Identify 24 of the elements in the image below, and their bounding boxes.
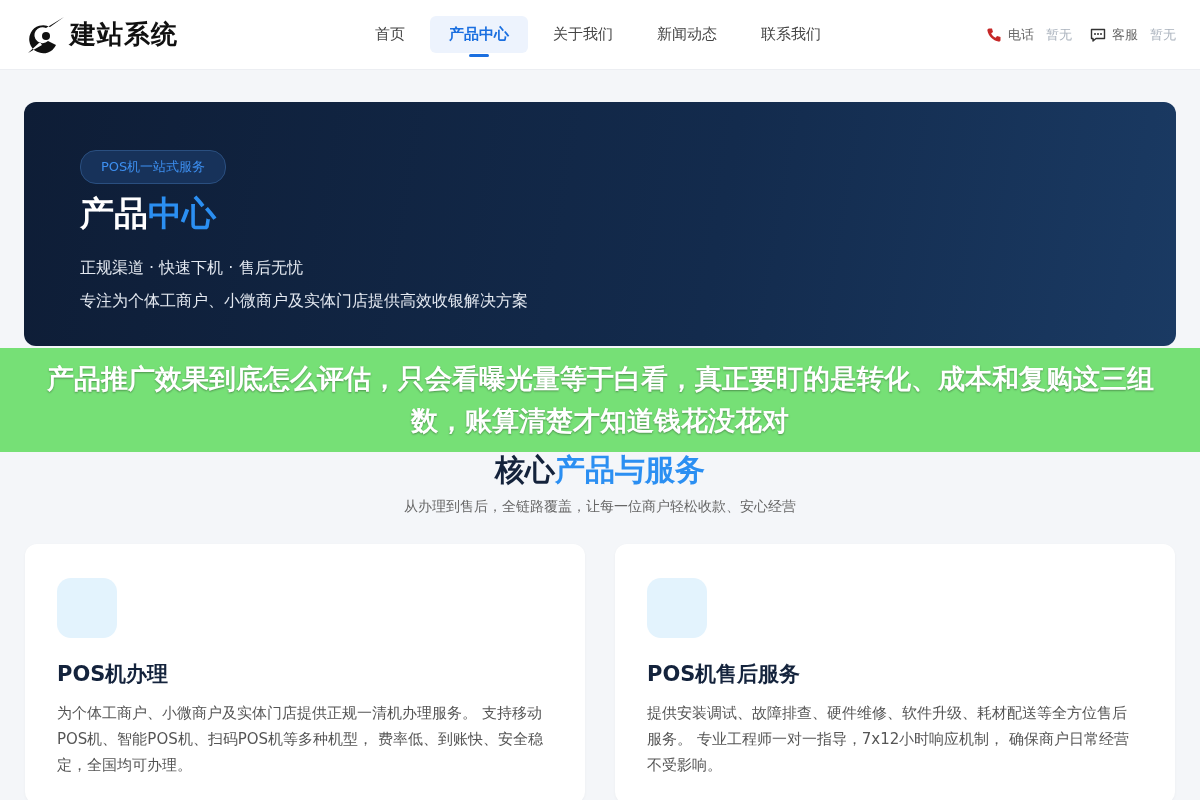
contact-value: 暂无	[1046, 25, 1072, 44]
card-icon	[647, 578, 707, 638]
card-icon	[57, 578, 117, 638]
nav-link[interactable]: 首页	[356, 16, 424, 53]
chat-icon	[1090, 26, 1106, 43]
hero-badge: POS机一站式服务	[80, 150, 227, 184]
contact-value: 暂无	[1150, 25, 1176, 44]
hero-tagline: 正规渠道 · 快速下机 · 售后无忧	[80, 258, 303, 279]
nav-link[interactable]: 联系我们	[742, 16, 840, 53]
card-title: POS机售后服务	[647, 661, 802, 688]
nav-link[interactable]: 新闻动态	[638, 16, 736, 53]
card-description: 提供安装调试、故障排查、硬件维修、软件升级、耗材配送等全方位售后服务。 专业工程师一对一指导，7x12小时响应机制， 确保商户日常经营不受影响。	[647, 703, 1131, 776]
nav-link[interactable]: 关于我们	[534, 16, 632, 53]
logo-text[interactable]: 建站系统	[70, 17, 178, 52]
card-description: 为个体工商户、小微商户及实体门店提供正规一清机办理服务。 支持移动POS机、智能POS机、扫码POS机等多种机型， 费率低、到账快、安全稳定，全国均可办理。	[57, 703, 544, 776]
section-title: 核心产品与服务	[493, 452, 706, 488]
hero-description: 专注为个体工商户、小微商户及实体门店提供高效收银解决方案	[80, 291, 528, 312]
contact-label: 电话	[1008, 25, 1034, 44]
phone-icon	[986, 26, 1002, 43]
hero-title: 产品中心	[80, 192, 216, 235]
section-subtitle: 从办理到售后，全链路覆盖，让每一位商户轻松收款、安心经营	[403, 498, 797, 516]
card-title: POS机办理	[57, 661, 170, 688]
contact-label: 客服	[1112, 25, 1138, 44]
overlay-text: 产品推广效果到底怎么评估，只会看曝光量等于白看，真正要盯的是转化、成本和复购这三组数，账算清楚才知道钱花没花对	[45, 362, 1155, 438]
